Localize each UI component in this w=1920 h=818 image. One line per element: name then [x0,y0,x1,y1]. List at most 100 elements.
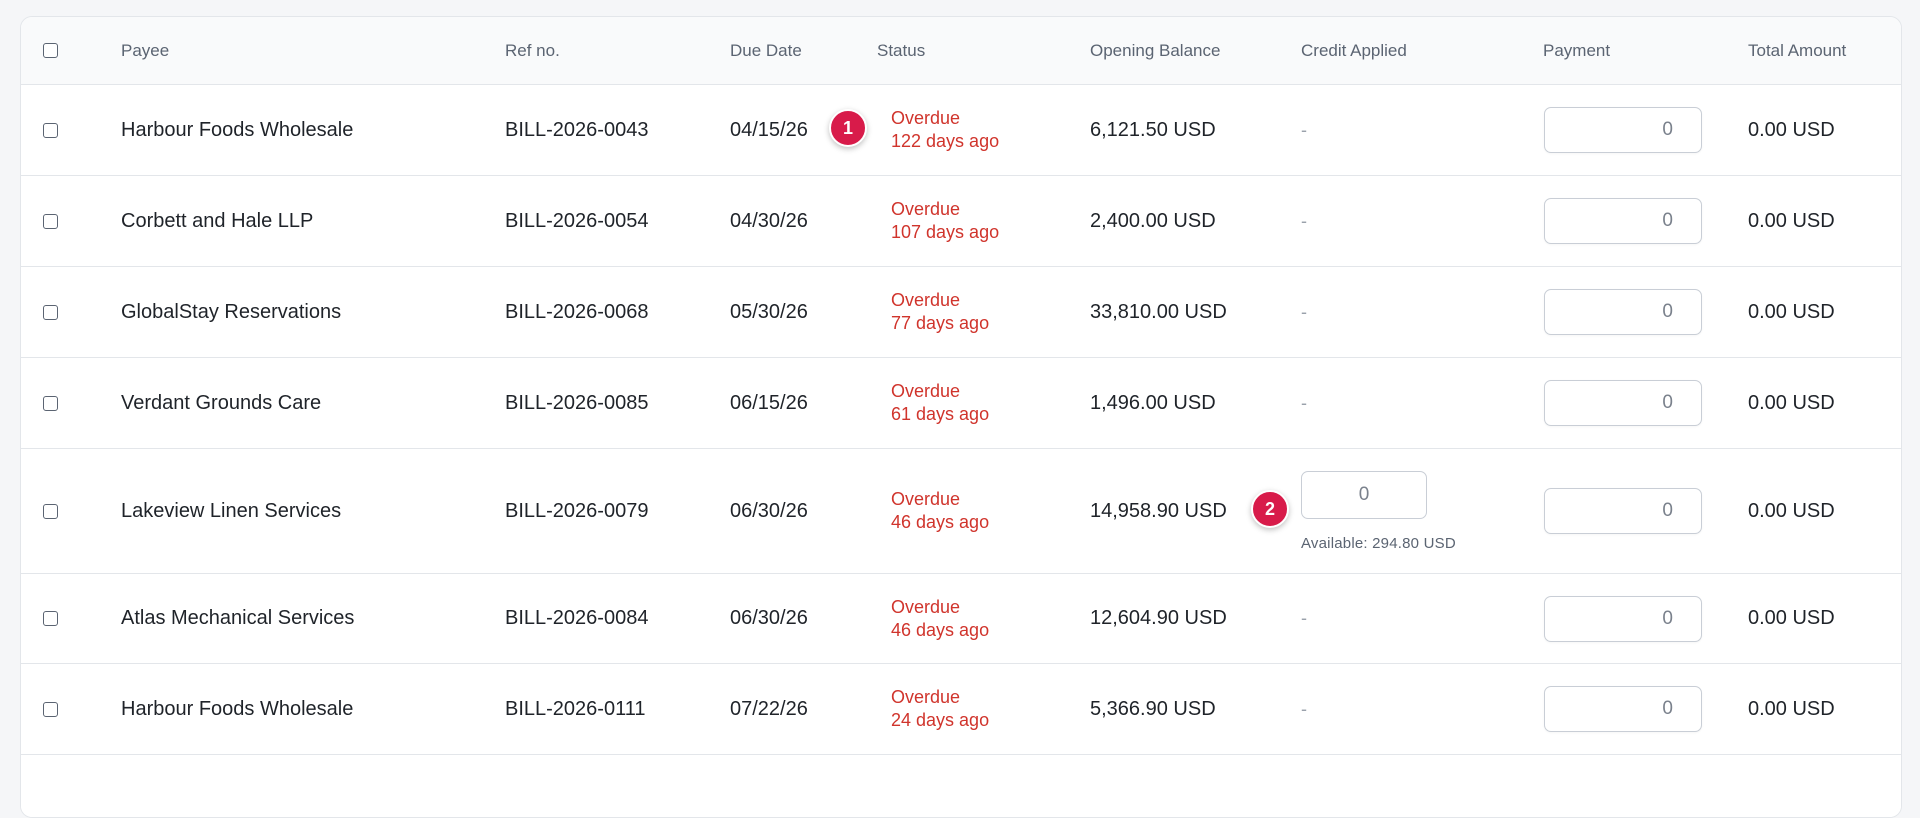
table-row[interactable]: Harbour Foods Wholesale BILL-2026-0111 0… [21,664,1901,755]
overdue-age: 107 days ago [891,222,1000,242]
ref-cell: BILL-2026-0068 [505,300,649,323]
due-date-cell: 04/30/26 [730,209,808,232]
payment-input[interactable]: 0 [1544,380,1702,426]
payee-cell: Harbour Foods Wholesale [121,697,354,720]
total-amount-cell: 0.00 USD [1748,300,1835,323]
payment-input[interactable]: 0 [1544,198,1702,244]
opening-balance-cell: 12,604.90 USD [1090,607,1227,629]
status-badge: Overdue 46 days ago [891,488,989,534]
opening-balance-cell: 5,366.90 USD [1090,697,1216,720]
opening-balance-cell: 6,121.50 USD [1090,118,1216,141]
overdue-age: 61 days ago [891,404,990,424]
total-amount-cell: 0.00 USD [1748,499,1835,522]
table-row[interactable] [21,755,1901,817]
credit-applied-group: 0 Available: 294.80 USD [1301,470,1456,552]
table-row[interactable]: Lakeview Linen Services BILL-2026-0079 0… [21,449,1901,574]
status-label: Overdue [891,199,961,219]
opening-balance-cell: 1,496.00 USD [1090,391,1216,414]
opening-balance-cell: 2,400.00 USD [1090,209,1216,232]
overdue-age: 46 days ago [891,512,990,532]
overdue-age: 77 days ago [891,313,990,333]
due-date-cell: 05/30/26 [730,300,808,323]
total-amount-cell: 0.00 USD [1748,209,1835,232]
status-label: Overdue [891,381,961,401]
column-header-payment[interactable]: Payment [1543,17,1610,84]
row-checkbox[interactable] [43,304,58,320]
table-row[interactable]: Verdant Grounds Care BILL-2026-0085 06/1… [21,358,1901,449]
annotation-marker-1: 1 [829,109,867,147]
payment-input[interactable]: 0 [1544,686,1702,732]
payment-input[interactable]: 0 [1544,595,1702,642]
select-all-checkbox[interactable] [43,43,58,58]
total-amount-cell: 0.00 USD [1748,391,1835,414]
credit-applied-input[interactable]: 0 [1301,470,1427,519]
status-label: Overdue [891,596,961,617]
ref-cell: BILL-2026-0079 [505,499,649,522]
table-row[interactable]: Harbour Foods Wholesale BILL-2026-0043 0… [21,85,1901,176]
annotation-marker-2: 2 [1251,490,1289,528]
credit-empty: - [1301,210,1307,231]
status-badge: Overdue 122 days ago [891,107,999,153]
column-header-due-date[interactable]: Due Date [730,17,802,84]
credit-available-label: Available: 294.80 USD [1301,534,1456,552]
table-row[interactable]: GlobalStay Reservations BILL-2026-0068 0… [21,267,1901,358]
payee-cell: Corbett and Hale LLP [121,209,314,232]
row-checkbox[interactable] [43,611,58,626]
status-label: Overdue [891,489,961,509]
due-date-cell: 04/15/26 [730,118,808,141]
status-badge: Overdue 61 days ago [891,380,989,426]
column-header-credit-applied[interactable]: Credit Applied [1301,17,1407,84]
status-label: Overdue [891,687,961,707]
ref-cell: BILL-2026-0043 [505,118,649,141]
column-header-status[interactable]: Status [877,17,925,84]
ref-cell: BILL-2026-0111 [505,697,646,720]
row-checkbox[interactable] [43,395,58,411]
overdue-age: 24 days ago [891,710,990,730]
credit-empty: - [1301,119,1307,140]
total-amount-cell: 0.00 USD [1748,118,1835,141]
overdue-age: 122 days ago [891,131,1000,151]
row-checkbox[interactable] [43,122,58,138]
status-badge: Overdue 24 days ago [891,686,989,732]
ref-cell: BILL-2026-0054 [505,209,649,232]
credit-empty: - [1301,698,1307,719]
table-header: Payee Ref no. Due Date Status Opening Ba… [21,17,1901,85]
payee-cell: Verdant Grounds Care [121,391,322,414]
payee-cell: Atlas Mechanical Services [121,607,355,629]
due-date-cell: 06/15/26 [730,391,808,414]
status-badge: Overdue 46 days ago [891,596,989,642]
payee-cell: GlobalStay Reservations [121,300,342,323]
due-date-cell: 07/22/26 [730,697,808,720]
status-badge: Overdue 107 days ago [891,198,999,244]
credit-empty: - [1301,608,1307,628]
status-label: Overdue [891,290,961,310]
due-date-cell: 06/30/26 [730,607,808,629]
credit-empty: - [1301,392,1307,413]
due-date-cell: 06/30/26 [730,499,808,522]
payment-input[interactable]: 0 [1544,107,1702,153]
column-header-payee[interactable]: Payee [121,17,169,84]
payee-cell: Lakeview Linen Services [121,499,342,522]
row-checkbox[interactable] [43,503,58,519]
overdue-age: 46 days ago [891,619,990,640]
bills-table: Payee Ref no. Due Date Status Opening Ba… [20,16,1902,818]
payee-cell: Harbour Foods Wholesale [121,118,354,141]
opening-balance-cell: 33,810.00 USD [1090,300,1227,323]
row-checkbox[interactable] [43,213,58,229]
column-header-ref[interactable]: Ref no. [505,17,560,84]
payment-input[interactable]: 0 [1544,488,1702,534]
column-header-total-amount[interactable]: Total Amount [1748,17,1846,84]
table-row[interactable]: Corbett and Hale LLP BILL-2026-0054 04/3… [21,176,1901,267]
status-label: Overdue [891,108,961,128]
select-all-cell [43,17,58,84]
status-badge: Overdue 77 days ago [891,289,989,335]
total-amount-cell: 0.00 USD [1748,607,1835,629]
credit-empty: - [1301,301,1307,322]
total-amount-cell: 0.00 USD [1748,697,1835,720]
ref-cell: BILL-2026-0084 [505,607,649,629]
column-header-opening-balance[interactable]: Opening Balance [1090,17,1220,84]
row-checkbox[interactable] [43,701,58,717]
opening-balance-cell: 14,958.90 USD [1090,499,1227,522]
table-row[interactable]: Atlas Mechanical Services BILL-2026-0084… [21,574,1901,664]
payment-input[interactable]: 0 [1544,289,1702,335]
